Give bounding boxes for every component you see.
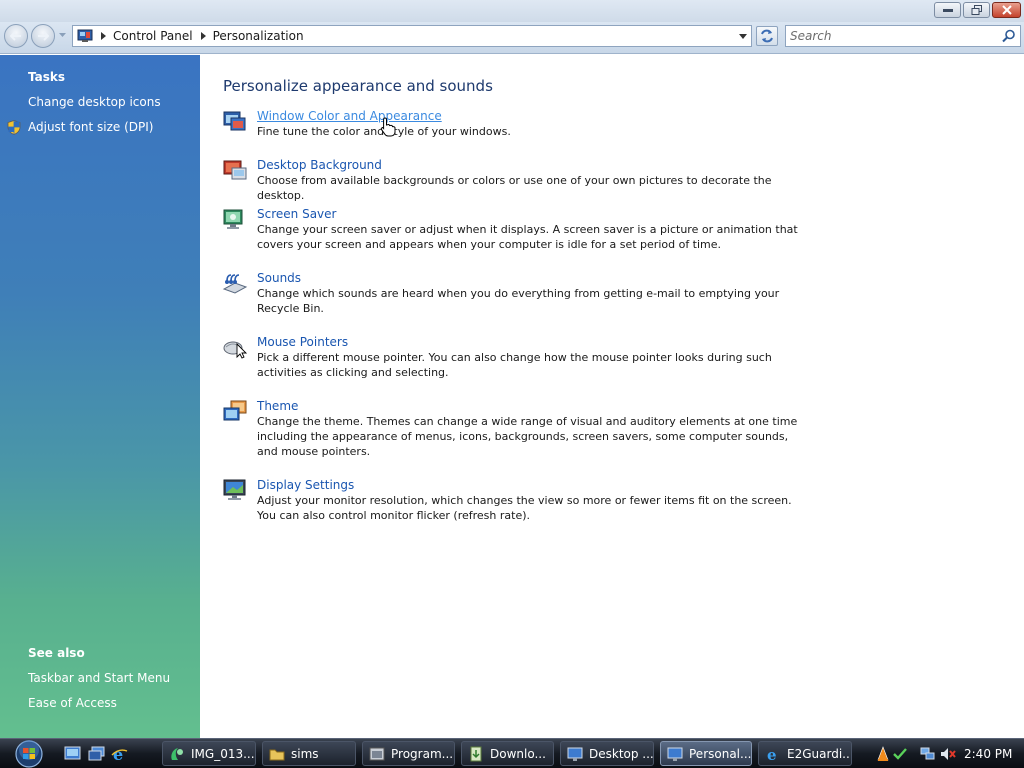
main-content: Personalize appearance and sounds Window… — [200, 55, 1024, 738]
display-settings-icon — [223, 479, 246, 500]
taskbar-button-program[interactable]: Program... — [362, 741, 455, 766]
desktop-background-description: Choose from available backgrounds or col… — [257, 174, 772, 202]
system-clock[interactable]: 2:40 PM — [964, 747, 1012, 761]
recent-pages-dropdown-icon[interactable] — [59, 33, 66, 38]
window-color-icon — [223, 111, 246, 131]
display-settings-description: Adjust your monitor resolution, which ch… — [257, 494, 792, 522]
switch-windows-icon[interactable] — [88, 746, 105, 761]
folder-icon — [269, 749, 285, 760]
taskbar-start-menu-link[interactable]: Taskbar and Start Menu — [28, 671, 170, 685]
hand-cursor-icon — [380, 117, 396, 137]
search-icon[interactable] — [1002, 29, 1016, 43]
show-desktop-icon[interactable] — [64, 746, 81, 761]
taskbar-button-label: Personal... — [689, 746, 752, 761]
taskbar-button-label: Desktop ... — [589, 746, 654, 761]
taskbar-button-downloads[interactable]: Downlo... — [461, 741, 554, 766]
theme-link[interactable]: Theme — [257, 399, 298, 413]
taskbar-button-label: Program... — [391, 746, 454, 761]
tasks-sidebar: Tasks Change desktop icons Adjust font s… — [0, 55, 200, 738]
monitor-icon — [667, 747, 683, 761]
forward-button[interactable] — [31, 24, 55, 48]
search-box[interactable] — [785, 25, 1021, 47]
svg-text:e: e — [113, 746, 123, 762]
taskbar-button-label: IMG_013... — [191, 746, 255, 761]
control-panel-icon — [77, 29, 93, 42]
window-color-and-appearance-description: Fine tune the color and style of your wi… — [257, 125, 511, 138]
page-title: Personalize appearance and sounds — [223, 77, 493, 95]
list-item: Theme Change the theme. Themes can chang… — [222, 399, 812, 463]
list-item: Desktop Background Choose from available… — [222, 158, 812, 202]
restore-button[interactable] — [963, 2, 990, 18]
breadcrumb-personalization[interactable]: Personalization — [213, 29, 304, 43]
ease-of-access-link[interactable]: Ease of Access — [28, 696, 117, 710]
mouse-pointers-icon — [223, 341, 248, 359]
navigation-bar: Control Panel Personalization — [0, 22, 1024, 54]
mouse-pointers-description: Pick a different mouse pointer. You can … — [257, 351, 772, 379]
sounds-description: Change which sounds are heard when you d… — [257, 287, 780, 315]
screen-saver-description: Change your screen saver or adjust when … — [257, 223, 798, 251]
minimize-button[interactable] — [934, 2, 961, 18]
screen-saver-link[interactable]: Screen Saver — [257, 207, 336, 221]
list-item: Sounds Change which sounds are heard whe… — [222, 271, 812, 321]
theme-description: Change the theme. Themes can change a wi… — [257, 415, 798, 458]
uac-shield-icon — [7, 120, 21, 135]
refresh-icon — [761, 29, 773, 43]
breadcrumb-separator-icon[interactable] — [101, 32, 106, 40]
address-dropdown-icon[interactable] — [739, 34, 747, 39]
refresh-button[interactable] — [756, 26, 778, 46]
taskbar-button-desktop[interactable]: Desktop ... — [560, 741, 654, 766]
taskbar-button-personalization[interactable]: Personal... — [660, 741, 752, 766]
volume-muted-icon[interactable] — [940, 746, 956, 762]
display-settings-link[interactable]: Display Settings — [257, 478, 354, 492]
see-also-heading: See also — [28, 646, 85, 660]
taskbar-button-label: E2Guardi... — [787, 746, 852, 761]
sounds-link[interactable]: Sounds — [257, 271, 301, 285]
internet-explorer-icon: e — [767, 746, 777, 762]
minimize-icon — [942, 9, 953, 12]
list-item: Display Settings Adjust your monitor res… — [222, 478, 812, 528]
tasks-heading: Tasks — [28, 70, 66, 84]
theme-icon — [223, 400, 247, 421]
list-item: Window Color and Appearance Fine tune th… — [222, 109, 812, 145]
start-button[interactable] — [10, 740, 48, 768]
restore-icon — [971, 5, 982, 15]
downloads-icon — [470, 746, 482, 761]
taskbar-button-sims[interactable]: sims — [262, 741, 356, 766]
sounds-icon — [222, 274, 248, 294]
taskbar: e IMG_013... sims Program... Downlo... D… — [0, 738, 1024, 768]
change-desktop-icons-link[interactable]: Change desktop icons — [28, 95, 161, 109]
back-arrow-icon — [10, 31, 21, 41]
window-color-and-appearance-link[interactable]: Window Color and Appearance — [257, 109, 442, 123]
taskbar-button-e2guardian[interactable]: e E2Guardi... — [758, 741, 852, 766]
search-input[interactable] — [786, 26, 986, 46]
desktop-background-icon — [223, 160, 247, 180]
vlc-icon[interactable] — [876, 746, 890, 762]
internet-explorer-icon[interactable]: e — [111, 746, 128, 762]
breadcrumb-separator-icon[interactable] — [200, 32, 206, 40]
security-check-icon[interactable] — [893, 747, 907, 761]
list-item: Mouse Pointers Pick a different mouse po… — [222, 335, 812, 385]
programs-icon — [369, 747, 385, 760]
network-icon[interactable] — [920, 746, 936, 762]
forward-arrow-icon — [38, 31, 49, 41]
title-bar — [0, 0, 1024, 22]
back-button[interactable] — [4, 24, 28, 48]
mouse-pointers-link[interactable]: Mouse Pointers — [257, 335, 348, 349]
address-bar[interactable]: Control Panel Personalization — [72, 25, 752, 47]
screen-saver-icon — [223, 209, 243, 229]
adjust-font-size-link[interactable]: Adjust font size (DPI) — [28, 120, 153, 134]
monitor-icon — [567, 747, 583, 761]
taskbar-button-label: sims — [291, 746, 319, 761]
taskbar-button-img[interactable]: IMG_013... — [162, 741, 256, 766]
breadcrumb-control-panel[interactable]: Control Panel — [113, 29, 193, 43]
close-button[interactable] — [992, 2, 1021, 18]
photo-viewer-icon — [171, 747, 183, 760]
svg-text:e: e — [767, 746, 777, 762]
close-icon — [1001, 5, 1012, 15]
desktop-background-link[interactable]: Desktop Background — [257, 158, 382, 172]
list-item: Screen Saver Change your screen saver or… — [222, 207, 812, 257]
taskbar-button-label: Downlo... — [490, 746, 546, 761]
notification-area: 2:40 PM — [868, 741, 1024, 767]
